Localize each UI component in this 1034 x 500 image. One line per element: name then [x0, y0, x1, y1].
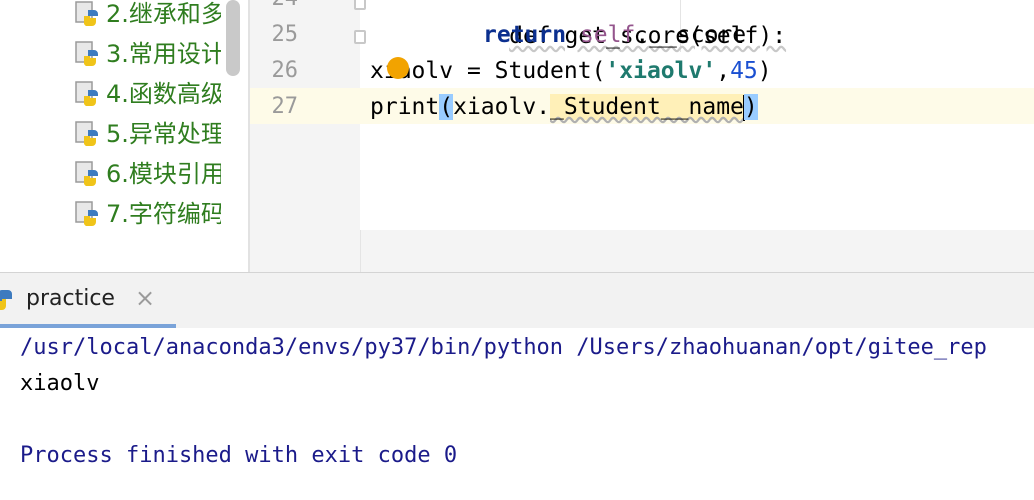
tree-item-file[interactable]: 6.模块引用 — [74, 154, 221, 194]
fold-end-marker-icon[interactable] — [354, 30, 366, 44]
tree-item-label: 7.字符编码 — [106, 200, 221, 228]
python-file-icon — [75, 1, 98, 26]
open-paren-match: ( — [439, 94, 454, 120]
function-token: print — [370, 94, 440, 120]
console-exit-message: Process finished with exit code 0 — [20, 443, 458, 468]
tree-item-label: 3.常用设计 — [106, 40, 221, 68]
run-tool-window-header: practice × — [0, 272, 1034, 329]
line-number: 24 — [250, 0, 299, 11]
python-file-icon — [75, 81, 98, 106]
python-file-icon — [75, 201, 98, 226]
fold-marker-icon[interactable] — [354, 0, 366, 10]
project-tree-panel: 2.继承和多 3.常用设计 4.函数高级 5.异常处理 6.模块引用 7.字符编… — [0, 0, 248, 272]
run-tab-practice[interactable]: practice × — [0, 273, 176, 329]
run-tab-label: practice — [26, 286, 115, 311]
lightbulb-icon[interactable] — [387, 57, 409, 79]
tree-item-label: 4.函数高级 — [106, 80, 221, 108]
console-command-line: /usr/local/anaconda3/envs/py37/bin/pytho… — [20, 335, 987, 360]
object-token: xiaolv. — [453, 94, 551, 120]
ide-window: 2.继承和多 3.常用设计 4.函数高级 5.异常处理 6.模块引用 7.字符编… — [0, 0, 1034, 500]
class-call-token: Student( — [494, 58, 606, 84]
run-console[interactable]: /usr/local/anaconda3/envs/py37/bin/pytho… — [0, 328, 1034, 500]
string-token: 'xiaolv' — [605, 58, 717, 84]
python-file-icon — [75, 41, 98, 66]
operator-token: = — [453, 58, 495, 84]
variable-token: xiaolv — [370, 58, 454, 84]
number-token: 45 — [730, 58, 758, 84]
tree-item-label: 2.继承和多 — [106, 0, 221, 28]
self-token: self — [579, 22, 636, 48]
project-tree-viewport: 2.继承和多 3.常用设计 4.函数高级 5.异常处理 6.模块引用 7.字符编… — [0, 0, 221, 245]
code-line-27: print(xiaolv._Student__name) — [370, 89, 758, 125]
tree-item-label: 6.模块引用 — [106, 160, 221, 188]
python-file-icon — [75, 161, 98, 186]
code-editor[interactable]: 24 25 26 27 def get_score(self): return … — [250, 0, 1034, 272]
tree-item-file[interactable]: 5.异常处理 — [74, 114, 221, 154]
console-output-line: xiaolv — [20, 371, 100, 396]
comma-token: , — [716, 58, 731, 84]
private-attribute-token: _Student__name — [550, 94, 744, 120]
tree-item-file[interactable]: 3.常用设计 — [74, 34, 221, 74]
line-number: 25 — [271, 22, 299, 47]
close-icon[interactable]: × — [135, 284, 155, 312]
tree-item-file[interactable]: 7.字符编码 — [74, 194, 221, 234]
close-paren-match: ) — [743, 94, 758, 120]
project-tree-scrollbar[interactable] — [226, 0, 240, 76]
code-line-26: xiaolv = Student('xiaolv',45) — [370, 53, 772, 89]
gutter-divider — [360, 230, 361, 272]
editor-breadcrumb-bar — [250, 230, 1034, 272]
attribute-token: .__score — [635, 22, 747, 48]
code-line-25: return self.__score — [483, 17, 746, 53]
line-number: 27 — [271, 94, 299, 119]
code-line-24: def get_score(self): — [426, 0, 786, 49]
paren-token: ) — [757, 58, 772, 84]
tree-item-file[interactable]: 4.函数高级 — [74, 74, 221, 114]
tree-item-file[interactable]: 2.继承和多 — [74, 0, 221, 34]
python-file-icon — [75, 121, 98, 146]
python-run-icon — [0, 290, 12, 310]
line-number: 26 — [271, 58, 299, 83]
keyword-token: return — [483, 22, 567, 48]
tree-item-label: 5.异常处理 — [106, 120, 221, 148]
